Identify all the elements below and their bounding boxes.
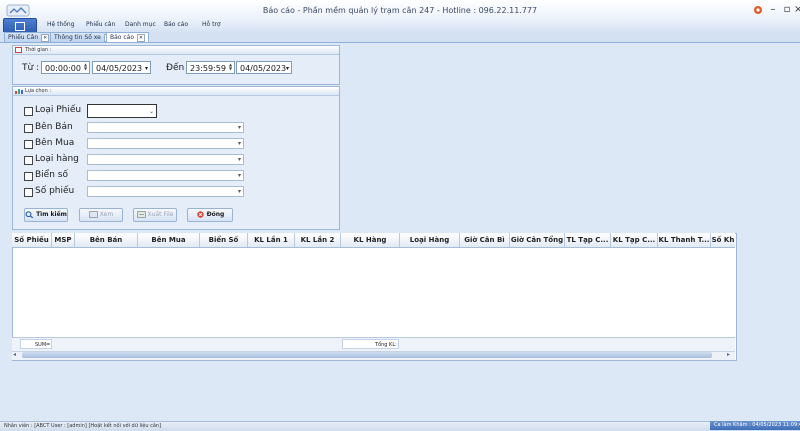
column-header[interactable]: Giờ Cân Bì <box>460 233 510 247</box>
so-phieu-select[interactable]: ▾ <box>87 186 244 197</box>
export-file-icon <box>136 211 146 218</box>
tab-label: Phiếu Cân <box>8 34 39 41</box>
export-button-label: Xuất File <box>147 211 174 218</box>
column-header[interactable]: KL Tạp C... <box>611 233 658 247</box>
calendar-icon <box>15 46 22 53</box>
grid-header: Số Phiếu MSP Bên Bán Bên Mua Biển Số KL … <box>12 233 735 248</box>
tab-label: Báo cáo <box>110 34 135 41</box>
scroll-right-icon[interactable]: ▸ <box>727 352 730 358</box>
loai-phieu-checkbox[interactable] <box>24 107 33 116</box>
to-time-input[interactable]: 23:59:59 ▲ ▼ <box>186 61 235 74</box>
column-header[interactable]: KL Hàng <box>341 233 400 247</box>
ben-mua-select[interactable]: ▾ <box>87 138 244 149</box>
dropdown-arrow-icon[interactable]: ▾ <box>238 124 241 131</box>
dropdown-arrow-icon[interactable]: ▾ <box>286 62 289 75</box>
application-menu-button[interactable] <box>3 18 37 33</box>
time-group-header: Thời gian : <box>13 46 339 55</box>
ben-mua-label: Bên Mua <box>35 138 75 148</box>
ben-ban-label: Bên Bán <box>35 122 73 132</box>
to-time-value: 23:59:59 <box>190 64 226 73</box>
loai-phieu-select[interactable]: ⌄ <box>87 104 157 118</box>
dropdown-arrow-icon[interactable]: ▾ <box>238 188 241 195</box>
to-date-value: 04/05/2023 <box>240 64 287 73</box>
dropdown-arrow-icon[interactable]: ▾ <box>238 156 241 163</box>
so-phieu-checkbox[interactable] <box>24 188 33 197</box>
sum-cell: SUM= <box>20 339 52 349</box>
tab-phieu-can[interactable]: Phiếu Cân ✕ <box>4 32 54 42</box>
menu-ho-tro[interactable]: Hỗ trợ <box>202 19 221 31</box>
so-phieu-label: Số phiếu <box>35 186 75 196</box>
ben-mua-checkbox[interactable] <box>24 140 33 149</box>
search-icon <box>25 211 34 219</box>
view-icon <box>88 211 98 218</box>
close-tab-icon[interactable]: ✕ <box>137 33 146 42</box>
tab-bao-cao[interactable]: Báo cáo ✕ <box>106 32 150 42</box>
ben-ban-select[interactable]: ▾ <box>87 122 244 133</box>
column-header[interactable]: TL Tạp C... <box>565 233 611 247</box>
dropdown-arrow-icon[interactable]: ▾ <box>238 140 241 147</box>
total-weight-cell: Tổng KL: <box>342 339 399 349</box>
export-button[interactable]: Xuất File <box>133 208 177 222</box>
filter-group-header: Lựa chọn : <box>13 87 339 96</box>
from-label: Từ : <box>22 63 40 73</box>
view-button-label: Xem <box>99 211 114 218</box>
column-header[interactable]: KL Lần 1 <box>248 233 295 247</box>
ben-ban-checkbox[interactable] <box>24 124 33 133</box>
menu-bao-cao[interactable]: Báo cáo <box>164 19 188 31</box>
scrollbar-thumb[interactable] <box>22 352 712 358</box>
search-button[interactable]: Tìm kiếm <box>24 208 68 222</box>
column-header[interactable]: Số Kh <box>711 233 735 247</box>
close-button-label: Đóng <box>206 211 225 218</box>
from-time-value: 00:00:00 <box>45 64 81 73</box>
loai-hang-select[interactable]: ▾ <box>87 154 244 165</box>
chart-icon <box>15 87 23 94</box>
column-header[interactable]: Bên Mua <box>138 233 200 247</box>
dropdown-arrow-icon[interactable]: ▾ <box>238 172 241 179</box>
close-tab-icon[interactable]: ✕ <box>41 33 50 42</box>
search-button-label: Tìm kiếm <box>36 211 67 218</box>
spin-icon[interactable]: ▲ ▼ <box>229 63 233 72</box>
help-icon[interactable] <box>752 4 764 16</box>
dropdown-arrow-icon[interactable]: ▾ <box>145 62 148 75</box>
time-group-label: Thời gian : <box>25 47 52 53</box>
maximize-icon[interactable]: ▫ <box>781 4 793 16</box>
bien-so-checkbox[interactable] <box>24 172 33 181</box>
loai-hang-label: Loại hàng <box>35 154 79 164</box>
column-header[interactable]: Bên Bán <box>75 233 138 247</box>
menu-phieu-can[interactable]: Phiếu cân <box>86 19 115 31</box>
bien-so-label: Biển số <box>35 170 68 180</box>
column-header[interactable]: Giờ Cân Tổng <box>510 233 565 247</box>
column-header[interactable]: Số Phiếu <box>12 233 52 247</box>
loai-phieu-label: Loại Phiếu <box>35 105 82 115</box>
close-window-icon[interactable]: × <box>794 4 800 16</box>
filter-group-label: Lựa chọn : <box>25 88 52 94</box>
chevron-down-icon[interactable]: ⌄ <box>149 108 154 115</box>
from-date-picker[interactable]: 04/05/2023 ▾ <box>92 61 151 74</box>
loai-hang-checkbox[interactable] <box>24 156 33 165</box>
close-icon <box>196 211 205 218</box>
column-header[interactable]: Biển Số <box>200 233 248 247</box>
status-text: Nhân viên : [ABCT User : [admin] [Hoặt k… <box>4 423 162 429</box>
from-date-value: 04/05/2023 <box>96 64 143 73</box>
close-button[interactable]: Đóng <box>187 208 233 222</box>
scroll-left-icon[interactable]: ◂ <box>13 352 16 358</box>
bien-so-select[interactable]: ▾ <box>87 170 244 181</box>
menu-danh-muc[interactable]: Danh mục <box>125 19 156 31</box>
to-date-picker[interactable]: 04/05/2023 ▾ <box>236 61 292 74</box>
tab-label: Thông tin Số xe <box>54 34 101 41</box>
column-header[interactable]: MSP <box>52 233 75 247</box>
menu-bar <box>0 18 800 33</box>
column-header[interactable]: KL Lần 2 <box>295 233 341 247</box>
menu-he-thong[interactable]: Hệ thống <box>47 19 75 31</box>
column-header[interactable]: Loại Hàng <box>400 233 460 247</box>
shift-info: Ca làm Khâm : 04/05/2023 11:09:48 <box>710 421 800 430</box>
spin-icon[interactable]: ▲ ▼ <box>84 63 88 72</box>
column-header[interactable]: KL Thanh T... <box>658 233 711 247</box>
from-time-input[interactable]: 00:00:00 ▲ ▼ <box>41 61 90 74</box>
view-button[interactable]: Xem <box>79 208 123 222</box>
minimize-icon[interactable]: – <box>767 4 779 16</box>
